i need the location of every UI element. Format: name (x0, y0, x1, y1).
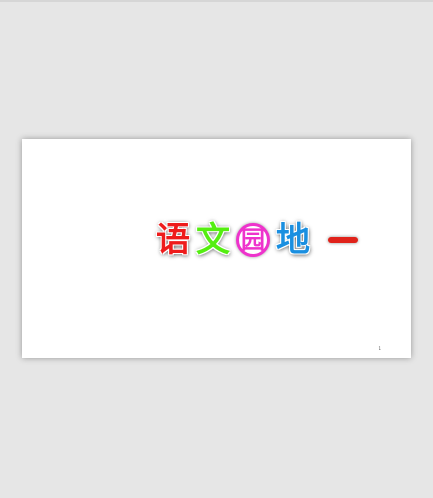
slide-title: 语 文 园 地 一 (156, 218, 358, 262)
window-top-strip (0, 0, 433, 2)
title-char-2: 文 (196, 220, 230, 260)
title-char-1: 语 (156, 220, 190, 260)
title-char-4: 地 (276, 220, 310, 260)
slide-page: 语 文 园 地 一 1 (22, 139, 411, 358)
title-dash (328, 237, 358, 243)
title-char-3: 园 (236, 223, 270, 257)
page-number: 1 (378, 346, 381, 351)
